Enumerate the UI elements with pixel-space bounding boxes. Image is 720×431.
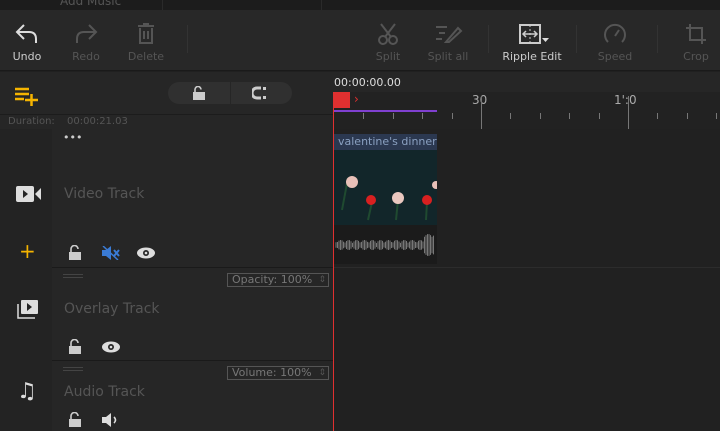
playhead-line [333, 129, 334, 431]
clip-thumbnail [334, 150, 440, 225]
undo-button[interactable]: Undo [0, 22, 57, 63]
timeline-area[interactable]: valentine's dinner [333, 129, 720, 431]
ruler-tick [569, 113, 571, 119]
ruler-tick [716, 113, 718, 119]
speaker-icon[interactable] [101, 413, 121, 427]
ripple-edit-button[interactable]: Ripple Edit [500, 22, 564, 63]
ruler-tick [657, 113, 659, 119]
unlock-icon[interactable] [68, 412, 82, 427]
scissors-icon [378, 23, 398, 45]
render-progress-bar [334, 110, 437, 112]
add-music-tab[interactable]: Add Music [60, 0, 121, 8]
unlock-icon[interactable] [192, 86, 206, 100]
ripple-edit-icon [519, 24, 549, 44]
divider [576, 25, 577, 53]
video-camera-icon [16, 186, 41, 202]
undo-icon [15, 24, 37, 43]
music-note-icon: ♫ [17, 379, 37, 404]
duration-value: 00:00:21.03 [67, 116, 128, 127]
split-label: Split [375, 50, 401, 63]
divider [187, 25, 188, 53]
audio-track-name: Audio Track [64, 384, 145, 400]
audio-track-header: Volume: 100% ♫ Audio Track [0, 361, 333, 431]
divider [657, 25, 658, 53]
playhead-handle[interactable] [334, 92, 350, 108]
playhead-line [333, 92, 334, 129]
ripple-edit-label: Ripple Edit [502, 50, 562, 63]
duration-label: Duration: [8, 116, 55, 127]
redo-label: Redo [72, 50, 100, 63]
redo-button[interactable]: Redo [56, 22, 116, 63]
speedometer-icon [604, 23, 626, 43]
volume-stepper[interactable]: Volume: 100% [227, 366, 329, 380]
split-all-button[interactable]: Split all [418, 22, 478, 63]
lock-snap-group [168, 82, 292, 104]
ruler-row: Duration: 00:00:21.03 00:00:00.00 › 30 1… [0, 72, 720, 129]
toolbar: Undo Redo Delete Split Split all Ripple … [0, 10, 720, 71]
drag-handle-icon[interactable] [63, 274, 83, 278]
opacity-stepper[interactable]: Opacity: 100% [227, 273, 329, 287]
ruler-tick [539, 113, 541, 119]
unlock-icon[interactable] [68, 339, 82, 354]
audio-waveform [335, 234, 434, 256]
eye-icon[interactable] [101, 341, 121, 353]
divider [488, 25, 489, 53]
crop-button[interactable]: Crop [666, 22, 720, 63]
roses-thumbnail [341, 176, 440, 221]
redo-icon [76, 24, 98, 43]
divider [162, 0, 322, 10]
split-button[interactable]: Split [358, 22, 418, 63]
ruler-tick [363, 113, 365, 119]
top-strip: Add Music [0, 0, 720, 10]
crop-label: Crop [683, 50, 709, 63]
split-all-label: Split all [427, 50, 469, 63]
ruler-tick [451, 113, 453, 119]
ruler-tick [392, 113, 394, 119]
more-icon[interactable]: ••• [63, 131, 82, 144]
eye-icon[interactable] [136, 247, 156, 259]
ruler-tick [598, 113, 600, 119]
delete-button[interactable]: Delete [116, 22, 176, 63]
trash-icon [138, 23, 154, 44]
overlay-icon [17, 300, 38, 319]
mute-icon[interactable] [101, 246, 121, 260]
ruler-tick [686, 113, 688, 119]
track-headers: ••• Video Track + Opacity: 100% Overlay … [0, 129, 333, 431]
video-track-header: ••• Video Track + [0, 129, 333, 268]
unlock-icon[interactable] [68, 245, 82, 260]
ruler-tick [628, 96, 629, 129]
overlay-track-name: Overlay Track [64, 301, 160, 317]
ruler-tick [422, 113, 424, 119]
add-track-icon[interactable] [14, 86, 40, 106]
ruler-label-30: 30 [472, 93, 488, 107]
clip-title: valentine's dinner [334, 134, 437, 150]
video-track-name: Video Track [64, 186, 145, 202]
drag-handle-icon[interactable] [63, 367, 83, 371]
overlay-track-header: Opacity: 100% Overlay Track [0, 268, 333, 361]
ruler-tick [481, 96, 482, 129]
playhead-arrow-icon: › [354, 92, 359, 106]
crop-icon [686, 24, 706, 44]
add-icon[interactable]: + [19, 241, 36, 261]
snap-magnet-icon[interactable] [252, 86, 268, 100]
undo-label: Undo [12, 50, 42, 63]
time-ruler[interactable]: › 30 1':0 [334, 92, 720, 129]
video-clip[interactable]: valentine's dinner [334, 134, 440, 264]
speed-label: Speed [597, 50, 633, 63]
delete-label: Delete [127, 50, 165, 63]
ruler-label-60: 1':0 [614, 93, 637, 107]
split-all-icon [436, 26, 463, 43]
ruler-tick [510, 113, 512, 119]
current-time: 00:00:00.00 [334, 76, 401, 89]
speed-button[interactable]: Speed [585, 22, 645, 63]
